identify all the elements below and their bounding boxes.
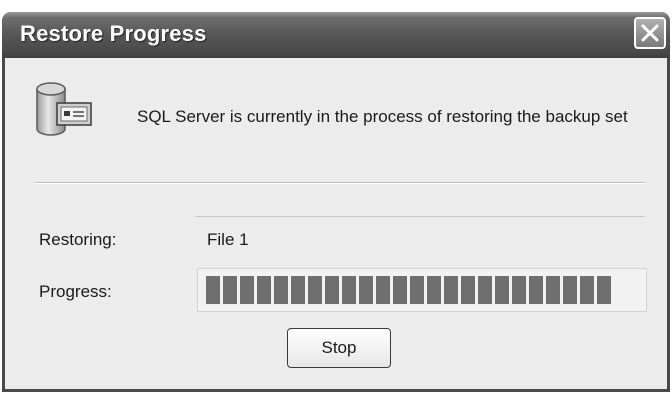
progress-bar bbox=[197, 268, 647, 312]
close-button[interactable] bbox=[634, 17, 666, 49]
restore-progress-dialog: Restore Progress SQL Server is currently… bbox=[2, 12, 670, 392]
stop-button[interactable]: Stop bbox=[287, 328, 391, 368]
database-icon bbox=[36, 82, 92, 136]
status-message: SQL Server is currently in the process o… bbox=[137, 107, 628, 126]
restoring-label: Restoring: bbox=[39, 230, 117, 249]
close-icon bbox=[641, 24, 659, 42]
window-title: Restore Progress bbox=[20, 21, 207, 46]
progress-label: Progress: bbox=[39, 282, 112, 301]
restoring-field: File 1 bbox=[195, 216, 645, 260]
restoring-value: File 1 bbox=[207, 230, 249, 249]
separator bbox=[35, 182, 645, 184]
progress-fill bbox=[206, 276, 611, 304]
title-bar[interactable]: Restore Progress bbox=[2, 12, 670, 58]
